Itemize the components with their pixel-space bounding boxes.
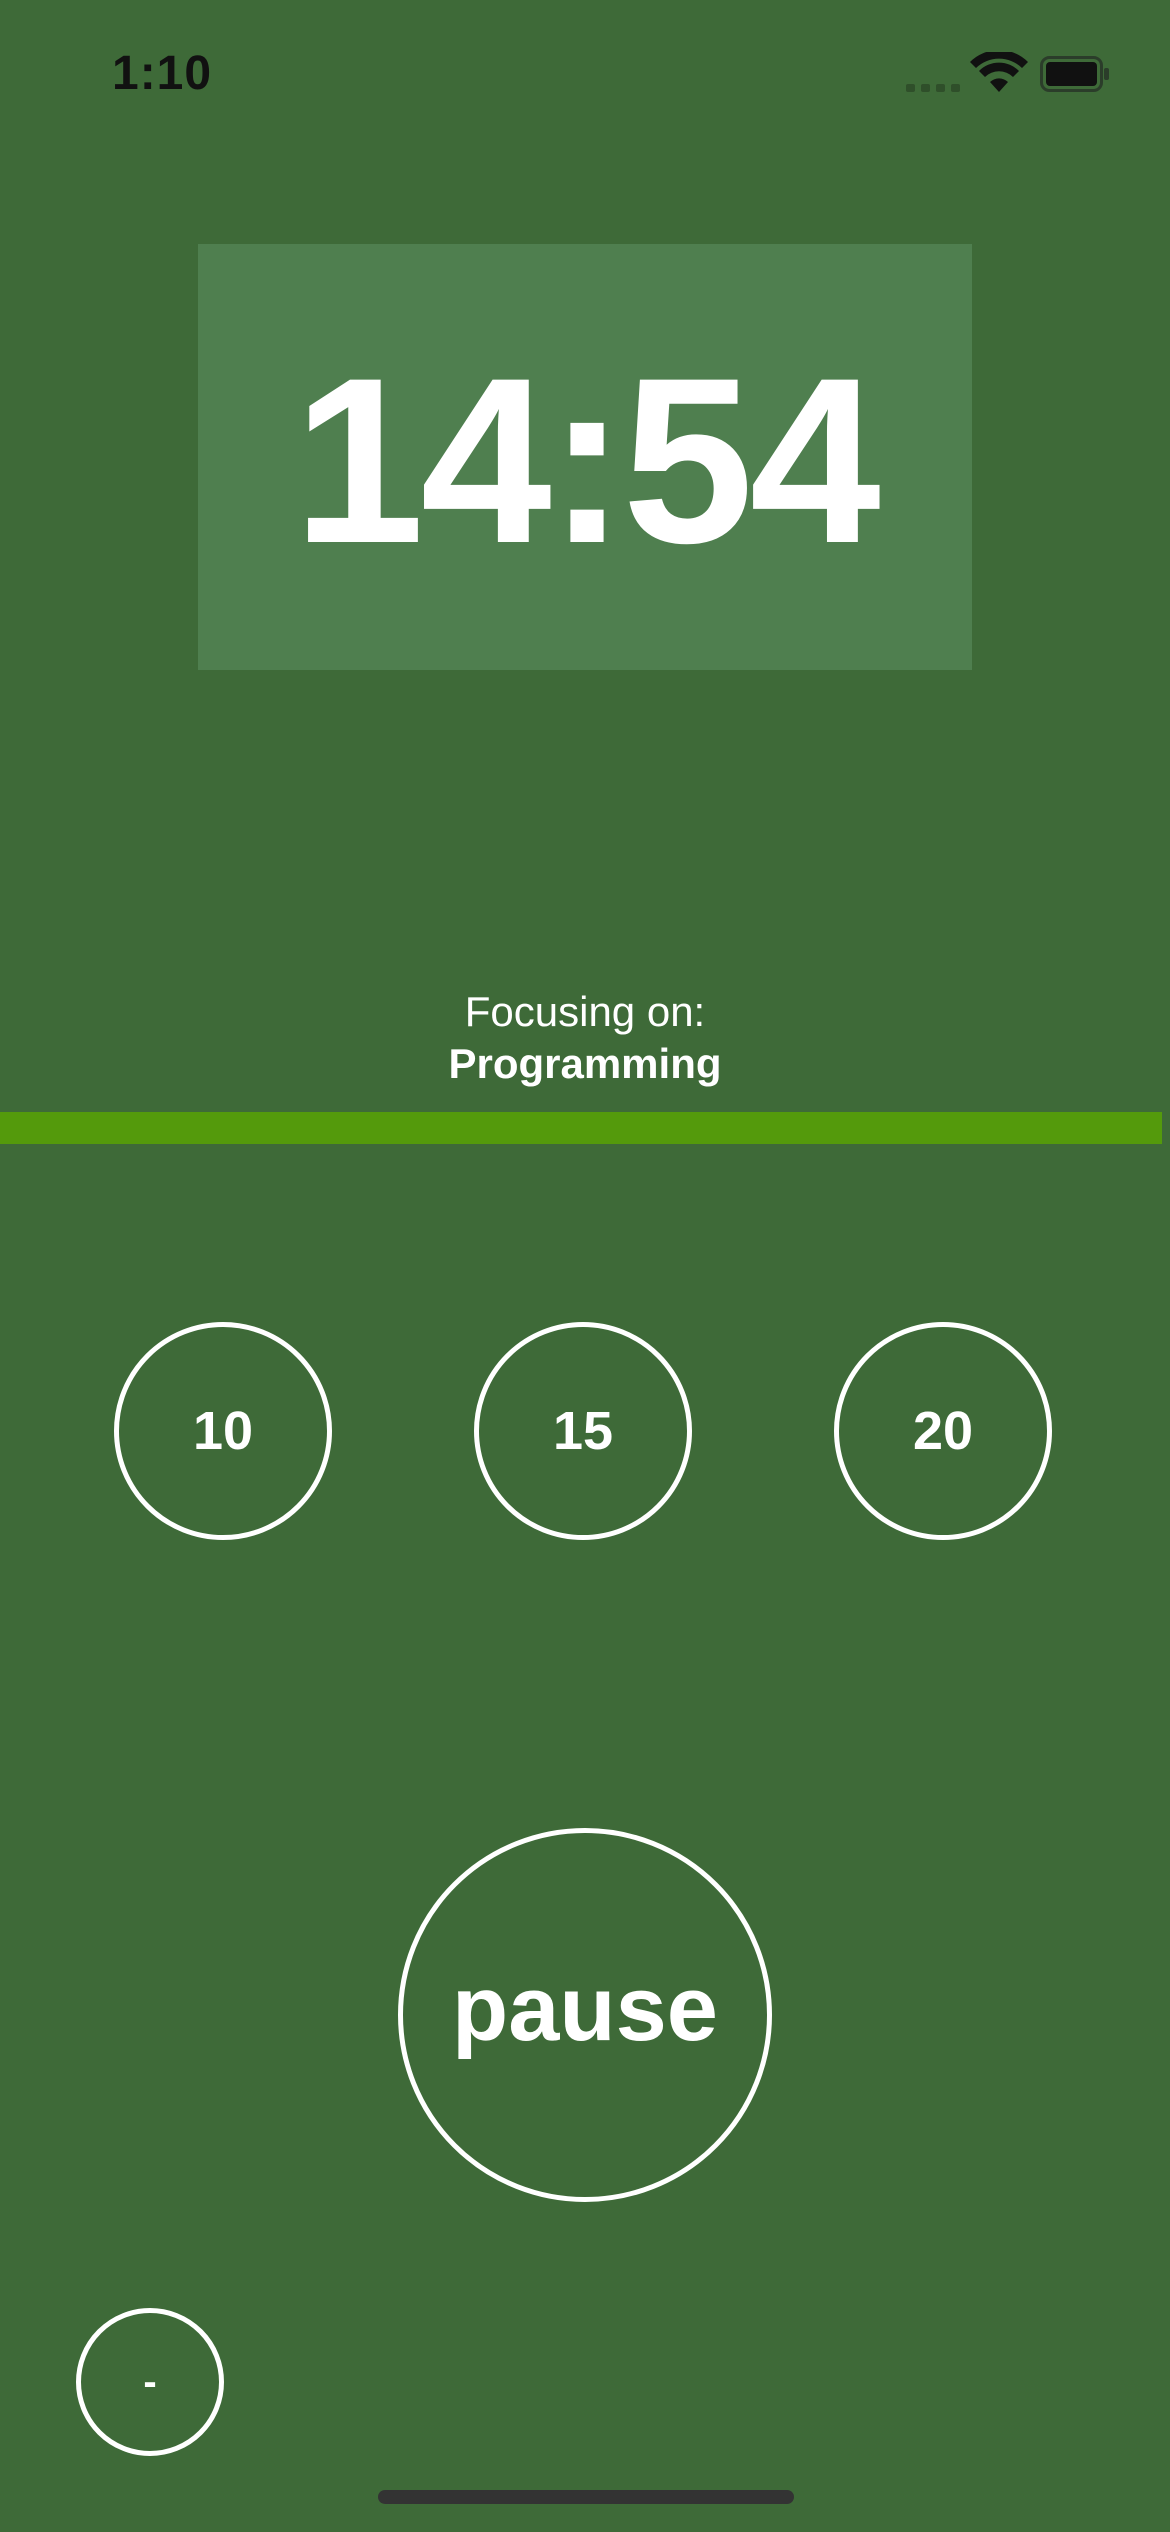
timer-card: 14:54 [198, 244, 972, 670]
focus-block: Focusing on: Programming [0, 986, 1170, 1090]
minus-button[interactable]: - [76, 2308, 224, 2456]
progress-fill [0, 1112, 1162, 1144]
cellular-signal-icon [906, 80, 962, 92]
timer-display: 14:54 [293, 329, 881, 593]
preset-20-button[interactable]: 20 [834, 1322, 1052, 1540]
focus-task: Programming [448, 1040, 722, 1087]
status-bar: 1:10 [0, 0, 1170, 140]
battery-icon [1040, 56, 1109, 92]
preset-15-button[interactable]: 15 [474, 1322, 692, 1540]
pause-button[interactable]: pause [398, 1828, 772, 2202]
preset-10-button[interactable]: 10 [114, 1322, 332, 1540]
progress-bar [0, 1112, 1170, 1144]
wifi-icon [970, 52, 1028, 92]
home-indicator[interactable] [378, 2490, 794, 2504]
focus-label: Focusing on: [464, 988, 706, 1035]
status-time: 1:10 [112, 47, 213, 100]
